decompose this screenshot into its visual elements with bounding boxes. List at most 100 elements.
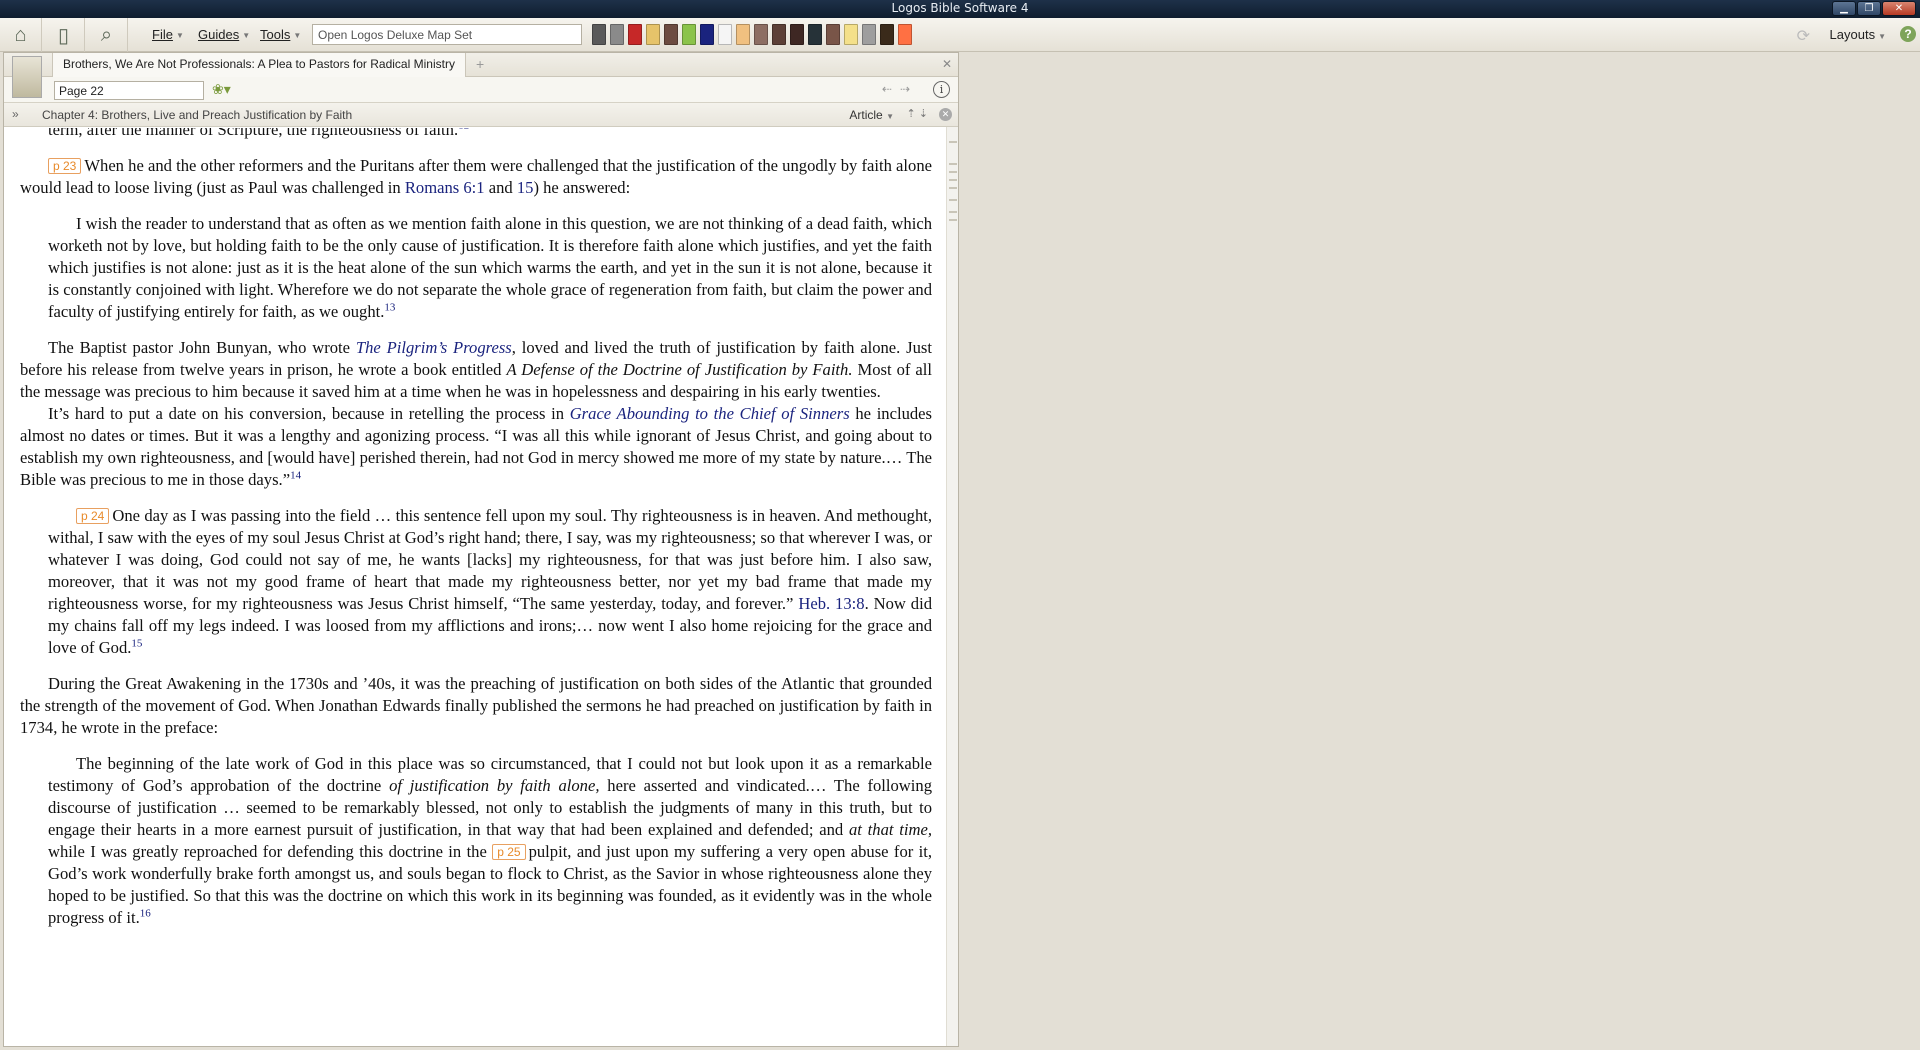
link-set-icon[interactable]: ❀▾ [212,81,231,98]
shelf-book-icon[interactable] [880,24,894,45]
menu-guides[interactable]: Guides ▼ [198,27,250,42]
window-controls: ▁ ❐ ✕ [1831,1,1916,16]
shelf-book-icon[interactable] [844,24,858,45]
resource-link[interactable]: The Pilgrim’s Progress [356,338,512,357]
help-icon[interactable]: ? [1900,26,1916,42]
sync-icon[interactable]: ⟳ [1797,26,1810,46]
chevron-down-icon: ▼ [242,31,251,41]
section-nav: ⇡ ⇣ [907,107,929,120]
scroll-tick [949,187,957,189]
layouts-label: Layouts [1829,27,1876,42]
tab-resource[interactable]: Brothers, We Are Not Professionals: A Pl… [52,53,466,77]
scroll-tick [949,179,957,181]
section-bar: » Chapter 4: Brothers, Live and Preach J… [4,103,958,127]
emphasis: at that time, [848,820,932,839]
shelf-book-icon[interactable] [610,24,624,45]
chevron-down-icon: ▼ [175,31,184,41]
shelf-book-icon[interactable] [826,24,840,45]
text-run: term, after the manner of Scripture, the… [48,128,459,139]
paragraph: It’s hard to put a date on his conversio… [20,403,932,491]
page-marker: p 25 [492,844,526,860]
paragraph: p 23 When he and the other reformers and … [20,155,932,199]
scroll-tick [949,141,957,143]
shelf-book-icon[interactable] [772,24,786,45]
shelf-book-icon[interactable] [862,24,876,45]
chapter-title: Chapter 4: Brothers, Live and Preach Jus… [42,108,353,122]
page-reference-input[interactable]: Page 22 [54,81,204,100]
resource-panel: Brothers, We Are Not Professionals: A Pl… [3,52,959,1047]
shelf-book-icon[interactable] [754,24,768,45]
footnote-link[interactable]: 14 [290,469,301,481]
text-run: ) he answered: [533,178,631,197]
footnote-link[interactable]: 15 [131,637,142,649]
previous-section-icon[interactable]: ⇡ [907,108,916,120]
shelf-book-icon[interactable] [790,24,804,45]
info-icon[interactable]: i [933,81,950,98]
expand-sidebar-icon[interactable]: » [12,107,19,121]
emphasis: of justification by faith alone, [389,776,600,795]
resource-link[interactable]: Grace Abounding to the Chief of Sinners [570,404,850,423]
footnote-link[interactable]: 13 [384,301,395,313]
panel-tab-bar: Brothers, We Are Not Professionals: A Pl… [4,53,958,77]
shelf-book-icon[interactable] [898,24,912,45]
shelf-book-icon[interactable] [808,24,822,45]
scroll-tick [949,211,957,213]
text-run: while I was greatly reproached for defen… [48,842,493,861]
window-title-bar: Logos Bible Software 4 ▁ ❐ ✕ [0,0,1920,18]
bible-reference-link[interactable]: Romans 6:1 [405,178,485,197]
view-mode-dropdown[interactable]: Article ▼ [849,108,894,122]
view-mode-label: Article [849,108,883,122]
shelf-book-icon[interactable] [646,24,660,45]
paragraph: term, after the manner of Scripture, the… [20,128,932,141]
book-title: A Defense of the Doctrine of Justificati… [506,360,853,379]
bible-reference-link[interactable]: Heb. 13:8 [798,594,864,613]
panel-address-bar: Page 22 ❀▾ ⇠⇢ i [4,77,958,103]
library-icon[interactable]: ▯ [43,18,85,52]
shelf-book-icon[interactable] [682,24,696,45]
shelf-book-icon[interactable] [592,24,606,45]
forward-arrow-icon[interactable]: ⇢ [900,82,918,96]
block-quote: p 24 One day as I was passing into the fi… [48,505,932,659]
close-section-icon[interactable]: ✕ [939,108,952,121]
minimize-icon[interactable]: ▁ [1832,1,1856,16]
window-title: Logos Bible Software 4 [891,1,1029,15]
history-nav: ⇠⇢ [882,82,918,96]
scroll-tick [949,199,957,201]
text-run: During the Great Awakening in the 1730s … [20,674,932,737]
scroll-tick [949,163,957,165]
next-section-icon[interactable]: ⇣ [919,108,928,120]
close-panel-icon[interactable]: ✕ [942,57,952,71]
resource-shelf [592,24,912,45]
back-arrow-icon[interactable]: ⇠ [882,82,900,96]
new-tab-icon[interactable]: + [476,56,484,72]
shelf-book-icon[interactable] [700,24,714,45]
footnote-link[interactable]: 12 [458,128,469,131]
paragraph: During the Great Awakening in the 1730s … [20,673,932,739]
layouts-menu[interactable]: Layouts ▼ [1830,27,1886,42]
scroll-tick [949,171,957,173]
block-quote: The beginning of the late work of God in… [48,753,932,929]
reading-pane[interactable]: term, after the manner of Scripture, the… [4,128,946,1046]
shelf-book-icon[interactable] [664,24,678,45]
bible-reference-link[interactable]: 15 [517,178,534,197]
chevron-down-icon: ▼ [293,31,302,41]
search-icon[interactable]: ⌕ [86,18,128,52]
text-run: The Baptist pastor John Bunyan, who wrot… [48,338,356,357]
page-marker: p 23 [48,158,82,174]
menu-file[interactable]: File ▼ [152,27,184,42]
page-marker: p 24 [76,508,110,524]
vertical-scrollbar[interactable] [946,127,958,1046]
text-run: It’s hard to put a date on his conversio… [48,404,570,423]
shelf-book-icon[interactable] [628,24,642,45]
command-box[interactable]: Open Logos Deluxe Map Set [312,24,582,45]
main-toolbar: ⌂ ▯ ⌕ File ▼ Guides ▼ Tools ▼ Open Logos De… [0,18,1920,52]
scroll-tick [949,219,957,221]
home-icon[interactable]: ⌂ [0,18,42,52]
menu-tools[interactable]: Tools ▼ [260,27,301,42]
footnote-link[interactable]: 16 [140,907,151,919]
close-window-icon[interactable]: ✕ [1882,1,1916,16]
restore-icon[interactable]: ❐ [1857,1,1881,16]
shelf-book-icon[interactable] [718,24,732,45]
shelf-book-icon[interactable] [736,24,750,45]
book-cover-thumbnail[interactable] [12,56,42,98]
